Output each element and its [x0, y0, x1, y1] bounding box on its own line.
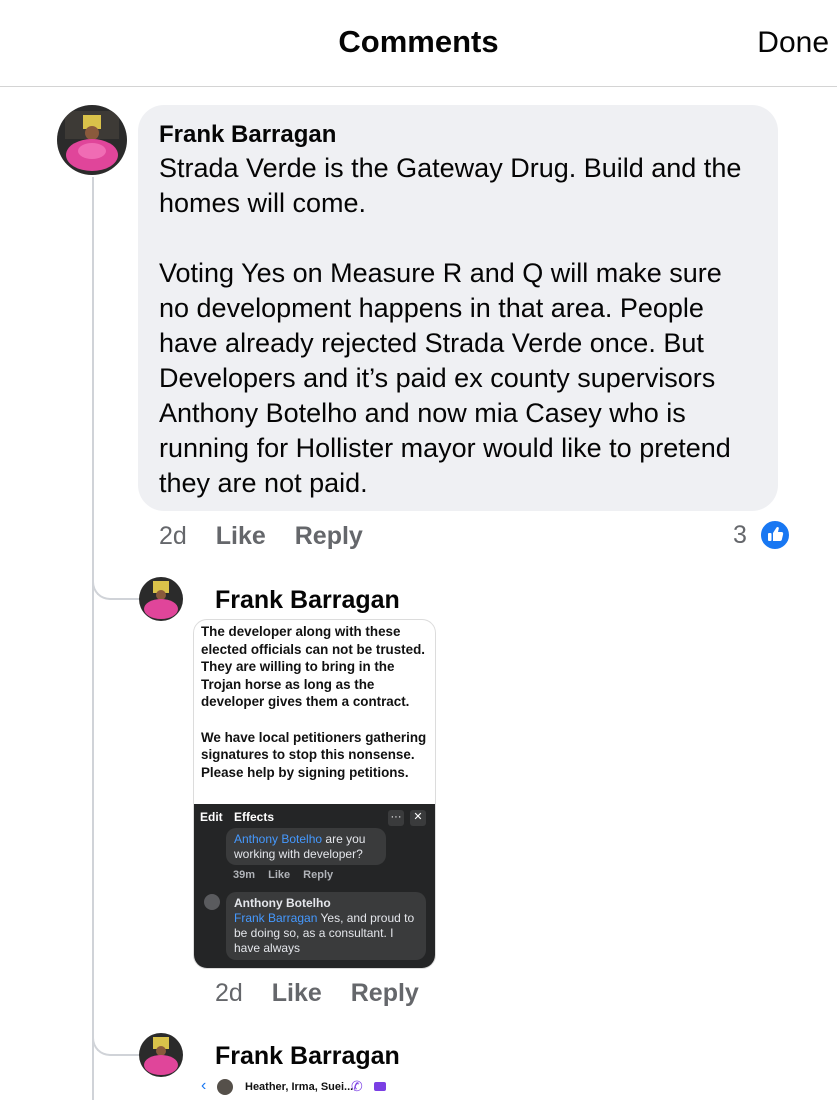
screenshot-comment-author: Anthony Botelho	[234, 896, 331, 910]
reply-time: 2d	[215, 979, 243, 1007]
header-title: Comments	[338, 24, 499, 59]
comment-author[interactable]: Frank Barragan	[159, 121, 758, 149]
back-icon: ‹	[201, 1077, 207, 1094]
avatar	[204, 894, 220, 910]
comment-paragraph: Voting Yes on Measure R and Q will make …	[159, 258, 731, 498]
screenshot-text: The developer along with these elected o…	[201, 623, 431, 781]
avatar	[217, 1079, 233, 1095]
reply-author[interactable]: Frank Barragan	[215, 1042, 400, 1071]
screenshot-reply: Reply	[303, 869, 334, 881]
reply-button[interactable]: Reply	[351, 979, 419, 1007]
mention: Frank Barragan	[234, 911, 318, 925]
reply-actions: 2d Like Reply	[215, 979, 441, 1008]
avatar[interactable]	[57, 105, 127, 175]
mention: Anthony Botelho	[234, 832, 323, 846]
screenshot-edit-bar: Edit Effects	[200, 810, 282, 824]
screenshot-comment-panel: Edit Effects ··· ✕ Anthony Botelho are y…	[194, 804, 435, 968]
like-button[interactable]: Like	[272, 979, 322, 1007]
video-icon	[374, 1082, 386, 1091]
chat-participants: Heather, Irma, Suei...	[245, 1081, 354, 1093]
edit-label: Edit	[200, 810, 223, 824]
phone-icon: ✆	[351, 1078, 363, 1094]
effects-label: Effects	[234, 810, 275, 824]
screenshot-comment: Anthony Botelho are you working with dev…	[226, 828, 386, 865]
comment-time: 2d	[159, 522, 187, 550]
thread-line	[92, 177, 94, 1100]
avatar[interactable]	[139, 1033, 183, 1077]
reply-button[interactable]: Reply	[295, 522, 363, 550]
close-icon: ✕	[410, 810, 426, 826]
screenshot-comment-time: 39m	[233, 869, 256, 881]
reaction-count: 3	[733, 521, 747, 549]
done-button[interactable]: Done	[757, 26, 829, 60]
screenshot-like: Like	[268, 869, 291, 881]
screenshot-comment: Anthony Botelho Frank Barragan Yes, and …	[226, 892, 426, 960]
like-button[interactable]: Like	[216, 522, 266, 550]
attached-screenshot[interactable]: ‹ Heather, Irma, Suei... ✆	[193, 1076, 434, 1100]
more-icon: ···	[388, 810, 404, 826]
attached-screenshot[interactable]: The developer along with these elected o…	[193, 619, 436, 969]
screenshot-paragraph: The developer along with these elected o…	[201, 624, 425, 710]
reply-author[interactable]: Frank Barragan	[215, 586, 400, 615]
like-thumb-icon	[760, 520, 790, 550]
comment-bubble[interactable]: Frank Barragan Strada Verde is the Gatew…	[138, 105, 778, 511]
avatar[interactable]	[139, 577, 183, 621]
comment-actions: 2d Like Reply	[159, 522, 385, 551]
screenshot-comment-actions: 39m Like Reply	[233, 869, 343, 881]
screenshot-paragraph: We have local petitioners gathering sign…	[201, 729, 427, 780]
comments-header: Comments Done	[0, 0, 837, 87]
comment-text: Strada Verde is the Gateway Drug. Build …	[159, 151, 758, 501]
comment-paragraph: Strada Verde is the Gateway Drug. Build …	[159, 153, 742, 218]
